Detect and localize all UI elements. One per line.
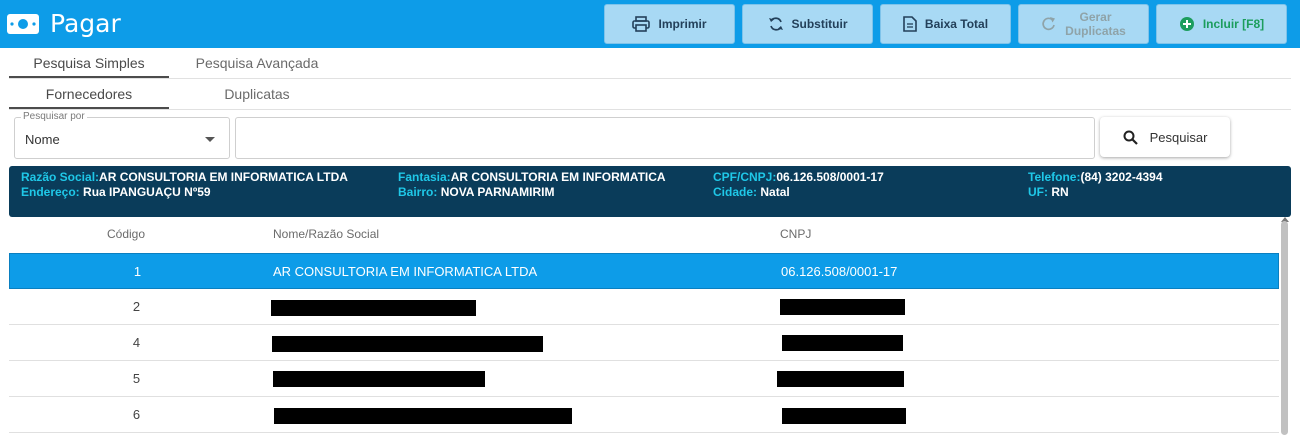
search-button-label: Pesquisar [1149, 129, 1208, 145]
bairro-value: NOVA PARNAMIRIM [440, 185, 555, 199]
redacted-name [272, 336, 543, 352]
total-write-off-label: Baixa Total [924, 17, 989, 31]
fantasia-value: AR CONSULTORIA EM INFORMATICA [450, 170, 666, 184]
row-code: 5 [132, 371, 141, 386]
search-input[interactable] [235, 117, 1095, 159]
cidade-label: Cidade: [713, 185, 758, 199]
razao-social-field: Razão Social:AR CONSULTORIA EM INFORMATI… [21, 170, 348, 185]
razao-social-value: AR CONSULTORIA EM INFORMATICA LTDA [99, 170, 348, 184]
column-header-cnpj[interactable]: CNPJ [780, 227, 811, 241]
generate-label-line1: Gerar [1079, 10, 1112, 24]
print-button[interactable]: Imprimir [604, 4, 735, 44]
redacted-cnpj [782, 408, 906, 424]
add-label: Incluir [F8] [1202, 17, 1265, 31]
cnpj-label: CPF/CNPJ: [713, 170, 777, 184]
redo-icon [1042, 17, 1056, 31]
search-button[interactable]: Pesquisar [1100, 117, 1230, 157]
bairro-field: Bairro: NOVA PARNAMIRIM [398, 185, 554, 200]
row-code: 4 [132, 335, 141, 350]
search-mode-tabs: Pesquisa Simples Pesquisa Avançada [9, 48, 1291, 79]
entity-tabs: Fornecedores Duplicatas [9, 79, 1291, 110]
column-header-name[interactable]: Nome/Razão Social [273, 227, 379, 241]
money-icon [7, 14, 39, 34]
redacted-name [271, 300, 476, 316]
razao-social-label: Razão Social: [21, 170, 100, 184]
redacted-name [274, 408, 572, 424]
cidade-field: Cidade: Natal [713, 185, 790, 200]
chevron-down-icon [205, 137, 215, 142]
uf-label: UF: [1028, 185, 1048, 199]
printer-icon [632, 16, 651, 32]
top-bar: Pagar Imprimir Substituir Baixa Total Ge… [0, 0, 1300, 48]
telefone-value: (84) 3202-4394 [1080, 170, 1163, 184]
generate-label-line2: Duplicatas [1065, 24, 1126, 38]
plus-circle-icon [1179, 17, 1194, 31]
row-code: 1 [133, 264, 142, 279]
refresh-icon [768, 17, 783, 31]
cnpj-field: CPF/CNPJ:06.126.508/0001-17 [713, 170, 884, 185]
tab-duplicates[interactable]: Duplicatas [177, 79, 337, 109]
table-row[interactable]: 6 [9, 397, 1279, 433]
total-write-off-button[interactable]: Baixa Total [880, 4, 1011, 44]
suppliers-table: Código Nome/Razão Social CNPJ 1 AR CONSU… [9, 217, 1291, 435]
cnpj-value: 06.126.508/0001-17 [776, 170, 884, 184]
column-header-code[interactable]: Código [107, 227, 145, 241]
document-icon [903, 16, 917, 32]
redacted-name [273, 371, 485, 387]
page-title: Pagar [50, 9, 121, 38]
tab-advanced-search[interactable]: Pesquisa Avançada [177, 48, 337, 78]
tab-simple-search[interactable]: Pesquisa Simples [9, 48, 169, 78]
endereco-value: Rua IPANGUAÇU Nº59 [83, 185, 211, 199]
search-by-label: Pesquisar por [21, 111, 87, 122]
table-row[interactable]: 2 [9, 289, 1279, 325]
fantasia-label: Fantasia: [398, 170, 451, 184]
replace-button[interactable]: Substituir [742, 4, 873, 44]
redacted-cnpj [780, 299, 905, 315]
search-by-select[interactable]: Pesquisar por Nome [14, 111, 230, 159]
endereco-label: Endereço: [21, 185, 80, 199]
selected-supplier-details: Razão Social:AR CONSULTORIA EM INFORMATI… [9, 166, 1291, 217]
generate-duplicates-button[interactable]: Gerar Duplicatas [1018, 4, 1149, 44]
row-name: AR CONSULTORIA EM INFORMATICA LTDA [273, 264, 538, 279]
telefone-field: Telefone:(84) 3202-4394 [1028, 170, 1163, 185]
bairro-label: Bairro: [398, 185, 438, 199]
row-code: 6 [132, 407, 141, 422]
redacted-cnpj [782, 335, 903, 351]
uf-value: RN [1051, 185, 1069, 199]
tab-suppliers[interactable]: Fornecedores [9, 79, 169, 109]
endereco-field: Endereço: Rua IPANGUAÇU Nº59 [21, 185, 211, 200]
redacted-cnpj [777, 371, 904, 387]
row-code: 2 [132, 299, 141, 314]
table-row[interactable]: 5 [9, 361, 1279, 397]
cidade-value: Natal [760, 185, 790, 199]
table-row[interactable]: 1 AR CONSULTORIA EM INFORMATICA LTDA 06.… [9, 253, 1279, 289]
search-icon [1123, 130, 1138, 145]
scrollbar-thumb[interactable] [1281, 221, 1288, 435]
table-scrollbar[interactable] [1279, 217, 1291, 435]
table-row[interactable]: 4 [9, 325, 1279, 361]
row-cnpj: 06.126.508/0001-17 [781, 264, 898, 279]
telefone-label: Telefone: [1028, 170, 1081, 184]
search-by-value: Nome [25, 132, 60, 147]
uf-field: UF: RN [1028, 185, 1069, 200]
replace-label: Substituir [791, 17, 848, 31]
add-button[interactable]: Incluir [F8] [1156, 4, 1287, 44]
fantasia-field: Fantasia:AR CONSULTORIA EM INFORMATICA [398, 170, 666, 185]
print-label: Imprimir [658, 17, 707, 31]
